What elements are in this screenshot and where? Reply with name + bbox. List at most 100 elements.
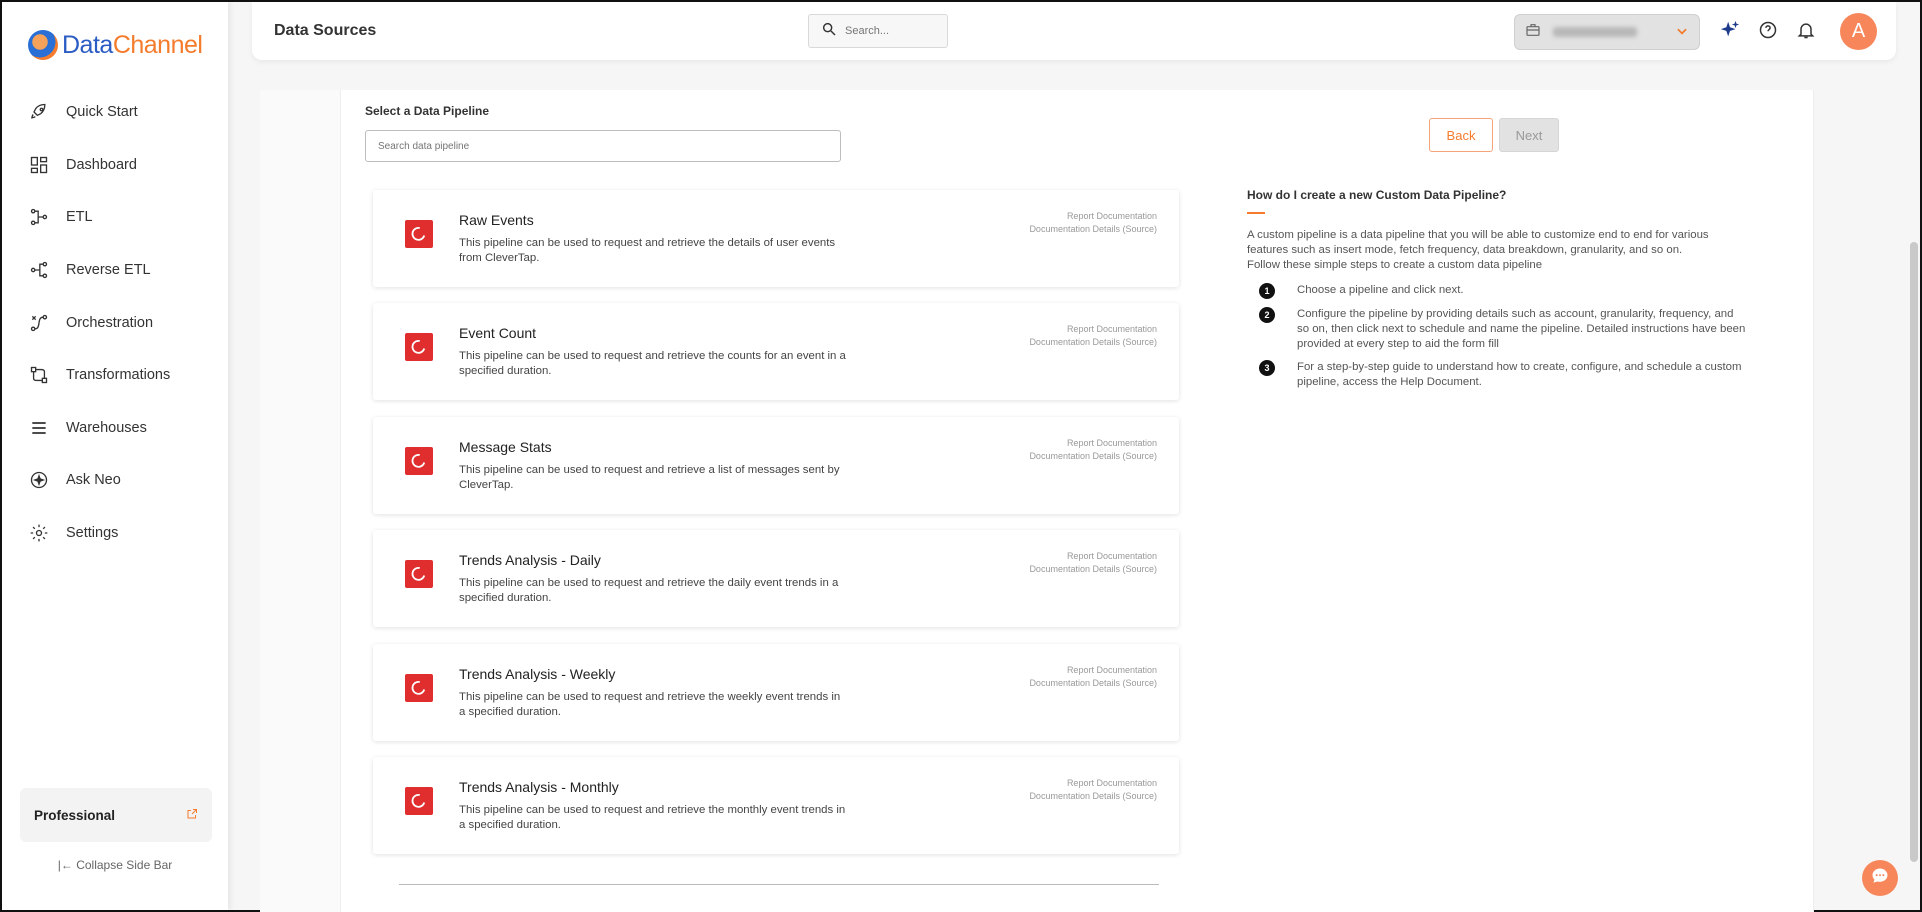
workspace-name-redacted (1553, 27, 1637, 37)
chat-support-button[interactable] (1862, 860, 1898, 896)
sidebar-item-orchestration[interactable]: Orchestration (2, 296, 228, 349)
help-step: 3 For a step-by-step guide to understand… (1247, 360, 1747, 390)
plan-badge[interactable]: Professional (20, 788, 212, 842)
logo-mark-icon (28, 30, 58, 60)
dashboard-icon (28, 154, 50, 176)
documentation-details-link[interactable]: Documentation Details (Source) (1029, 790, 1157, 803)
clevertap-logo-icon (405, 560, 433, 589)
collapse-sidebar-label: Collapse Side Bar (76, 858, 173, 872)
help-title: How do I create a new Custom Data Pipeli… (1247, 188, 1507, 202)
clevertap-logo-icon (405, 673, 433, 702)
plan-label: Professional (34, 807, 116, 823)
orchestration-icon (28, 312, 50, 334)
sidebar-item-label: Quick Start (66, 104, 138, 121)
pipeline-description: This pipeline can be used to request and… (459, 237, 836, 264)
logo-text: DataChannel (62, 30, 203, 59)
pipeline-card-message-stats[interactable]: Message Stats This pipeline can be used … (373, 416, 1179, 514)
pipeline-description: This pipeline can be used to request and… (459, 350, 846, 378)
report-documentation-link[interactable]: Report Documentation (1029, 777, 1157, 790)
step-text: For a step-by-step guide to understand h… (1297, 361, 1742, 388)
help-icon[interactable] (1756, 18, 1780, 42)
pipeline-title: Trends Analysis - Weekly (459, 665, 616, 682)
pipeline-description: This pipeline can be used to request and… (459, 803, 846, 831)
documentation-details-link[interactable]: Documentation Details (Source) (1029, 677, 1157, 690)
doc-links: Report Documentation Documentation Detai… (1029, 550, 1157, 576)
documentation-details-link[interactable]: Documentation Details (Source) (1029, 450, 1157, 463)
briefcase-icon (1525, 22, 1541, 43)
sidebar-item-dashboard[interactable]: Dashboard (2, 139, 228, 192)
avatar[interactable]: A (1840, 13, 1877, 50)
report-documentation-link[interactable]: Report Documentation (1029, 664, 1157, 677)
sidebar-item-reverse-etl[interactable]: Reverse ETL (2, 244, 228, 297)
sidebar-item-label: Warehouses (66, 419, 147, 436)
step-number: 3 (1259, 360, 1275, 376)
pipeline-card-trends-daily[interactable]: Trends Analysis - Daily This pipeline ca… (373, 530, 1179, 628)
pipeline-description: This pipeline can be used to request and… (459, 463, 840, 491)
collapse-sidebar-button[interactable]: |← Collapse Side Bar (2, 858, 228, 872)
doc-links: Report Documentation Documentation Detai… (1029, 437, 1157, 463)
workspace-selector[interactable] (1514, 14, 1700, 50)
doc-links: Report Documentation Documentation Detai… (1029, 210, 1157, 236)
sidebar-item-label: Ask Neo (66, 472, 121, 489)
sidebar-item-transformations[interactable]: Transformations (2, 349, 228, 402)
help-panel: How do I create a new Custom Data Pipeli… (1247, 188, 1747, 398)
sidebar-item-quick-start[interactable]: Quick Start (2, 86, 228, 139)
report-documentation-link[interactable]: Report Documentation (1029, 323, 1157, 336)
select-pipeline-label: Select a Data Pipeline (365, 104, 490, 118)
next-button[interactable]: Next (1499, 118, 1559, 152)
pipeline-card-raw-events[interactable]: Raw Events This pipeline can be used to … (373, 190, 1179, 287)
datachannel-logo[interactable]: DataChannel (28, 30, 203, 60)
search-icon (821, 21, 837, 42)
pipeline-title: Event Count (459, 325, 537, 342)
list-divider (399, 884, 1159, 885)
rocket-icon (28, 101, 50, 123)
pipeline-title: Message Stats (459, 438, 552, 455)
global-search[interactable] (808, 14, 948, 48)
pipeline-description: This pipeline can be used to request and… (459, 577, 839, 605)
sidebar-item-settings[interactable]: Settings (2, 507, 228, 560)
sparkle-ai-icon[interactable] (1718, 18, 1742, 42)
sidebar-item-ask-neo[interactable]: Ask Neo (2, 454, 228, 507)
sidebar-item-label: Orchestration (66, 314, 154, 331)
search-input[interactable] (845, 25, 935, 37)
doc-links: Report Documentation Documentation Detai… (1029, 323, 1157, 349)
chat-icon (1870, 866, 1890, 891)
pipeline-search-input[interactable] (365, 130, 841, 162)
page-title: Data Sources (274, 22, 377, 39)
collapse-arrow-icon: |← (57, 858, 73, 872)
sidebar-item-label: Transformations (66, 367, 171, 384)
step-text: Choose a pipeline and click next. (1297, 284, 1464, 296)
help-step: 2 Configure the pipeline by providing de… (1247, 307, 1747, 352)
help-follow: Follow these simple steps to create a cu… (1247, 259, 1543, 271)
bell-icon[interactable] (1794, 18, 1818, 42)
report-documentation-link[interactable]: Report Documentation (1029, 550, 1157, 563)
sidebar-item-warehouses[interactable]: Warehouses (2, 402, 228, 455)
documentation-details-link[interactable]: Documentation Details (Source) (1029, 336, 1157, 349)
report-documentation-link[interactable]: Report Documentation (1029, 210, 1157, 223)
back-button[interactable]: Back (1429, 118, 1493, 152)
step-number: 2 (1259, 307, 1275, 323)
gear-icon (28, 522, 50, 544)
documentation-details-link[interactable]: Documentation Details (Source) (1029, 223, 1157, 236)
doc-links: Report Documentation Documentation Detai… (1029, 664, 1157, 690)
chevron-down-icon[interactable] (1675, 24, 1689, 41)
documentation-details-link[interactable]: Documentation Details (Source) (1029, 563, 1157, 576)
sidebar-nav: Quick Start Dashboard ETL Reverse ETL Or… (2, 86, 228, 559)
pipeline-description: This pipeline can be used to request and… (459, 690, 841, 718)
help-step: 1 Choose a pipeline and click next. (1247, 283, 1747, 299)
clevertap-logo-icon (405, 446, 433, 475)
pipeline-title: Raw Events (459, 212, 534, 228)
clevertap-logo-icon (405, 220, 433, 248)
external-link-icon[interactable] (186, 808, 198, 823)
pipeline-card-trends-monthly[interactable]: Trends Analysis - Monthly This pipeline … (373, 756, 1179, 854)
transformations-icon (28, 364, 50, 386)
clevertap-logo-icon (405, 333, 433, 362)
pipeline-card-trends-weekly[interactable]: Trends Analysis - Weekly This pipeline c… (373, 643, 1179, 741)
pipeline-card-event-count[interactable]: Event Count This pipeline can be used to… (373, 303, 1179, 401)
help-title-underline (1247, 212, 1265, 214)
help-intro: A custom pipeline is a data pipeline tha… (1247, 229, 1709, 256)
report-documentation-link[interactable]: Report Documentation (1029, 437, 1157, 450)
pipeline-selection-panel: Select a Data Pipeline Back Next Raw Eve… (340, 90, 1814, 912)
sidebar-item-etl[interactable]: ETL (2, 191, 228, 244)
page-scrollbar[interactable] (1910, 242, 1918, 862)
